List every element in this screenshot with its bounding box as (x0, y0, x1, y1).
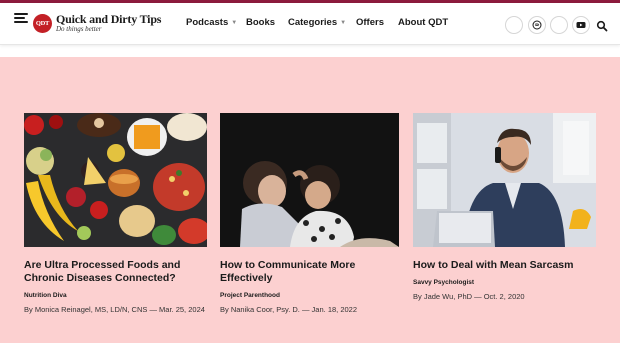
article-card[interactable]: How to Deal with Mean Sarcasm Savvy Psyc… (413, 113, 596, 302)
chevron-down-icon: ▼ (231, 20, 238, 26)
article-title[interactable]: How to Deal with Mean Sarcasm (413, 259, 596, 272)
parent-child-image[interactable] (220, 113, 399, 247)
article-title[interactable]: Are Ultra Processed Foods and Chronic Di… (24, 259, 207, 285)
apple-icon[interactable] (550, 16, 568, 34)
nav-books[interactable]: Books (246, 17, 275, 28)
facebook-icon[interactable] (505, 16, 523, 34)
article-card[interactable]: How to Communicate More Effectively Proj… (220, 113, 399, 315)
article-category[interactable]: Nutrition Diva (24, 292, 207, 299)
youtube-icon[interactable] (572, 16, 590, 34)
article-byline: By Monica Reinagel, MS, LD/N, CNS — Mar.… (24, 305, 205, 314)
site-header: QDT Quick and Dirty Tips Do things bette… (0, 3, 620, 45)
nav-about[interactable]: About QDT (398, 17, 448, 28)
article-byline: By Jade Wu, PhD — Oct. 2, 2020 (413, 292, 525, 301)
chevron-down-icon: ▼ (340, 20, 347, 26)
nav-categories[interactable]: Categories ▼ (288, 17, 346, 28)
nav-podcasts[interactable]: Podcasts ▼ (186, 17, 237, 28)
nav-offers[interactable]: Offers (356, 17, 384, 28)
site-logo[interactable]: QDT Quick and Dirty Tips Do things bette… (33, 11, 161, 35)
processed-foods-image[interactable] (24, 113, 207, 247)
logo-tagline: Do things better (56, 25, 102, 33)
article-byline: By Nanika Coor, Psy. D. — Jan. 18, 2022 (220, 305, 358, 314)
logo-title: Quick and Dirty Tips (56, 12, 162, 26)
man-on-phone-image[interactable] (413, 113, 596, 247)
article-card[interactable]: Are Ultra Processed Foods and Chronic Di… (24, 113, 207, 315)
spotify-icon[interactable] (528, 16, 546, 34)
article-category[interactable]: Project Parenthood (220, 292, 399, 299)
search-icon[interactable] (596, 19, 608, 32)
featured-articles-section: Are Ultra Processed Foods and Chronic Di… (0, 57, 620, 343)
hamburger-menu-icon[interactable] (14, 13, 28, 23)
article-title[interactable]: How to Communicate More Effectively (220, 259, 399, 285)
article-category[interactable]: Savvy Psychologist (413, 279, 596, 286)
logo-badge: QDT (33, 13, 52, 33)
